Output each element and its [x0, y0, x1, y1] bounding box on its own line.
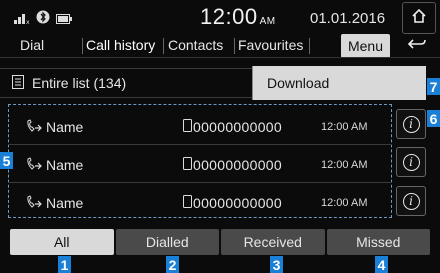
clock: 12:00 AM: [200, 4, 276, 30]
status-icons: x: [14, 10, 72, 29]
tab-call-history[interactable]: Call history: [86, 37, 155, 53]
callout-6: 6: [427, 110, 440, 127]
contact-name: Name: [46, 195, 84, 211]
tab-separator: [234, 38, 235, 54]
info-button[interactable]: i: [396, 109, 426, 139]
call-time: 12:00 AM: [321, 159, 368, 171]
signal-bars-icon: x: [14, 11, 30, 29]
tab-separator: [163, 38, 164, 54]
svg-text:x: x: [26, 19, 30, 24]
call-time: 12:00 AM: [321, 121, 368, 133]
entire-list-selector[interactable]: Entire list (134): [0, 68, 252, 98]
call-time: 12:00 AM: [321, 197, 368, 209]
list-icon: [12, 74, 24, 92]
call-row[interactable]: Name 00000000000 12:00 AM: [8, 107, 392, 145]
filter-all-button[interactable]: All: [10, 229, 114, 255]
filter-bar: All Dialled Received Missed: [10, 229, 430, 255]
call-row[interactable]: Name 00000000000 12:00 AM: [8, 183, 392, 221]
callout-4: 4: [375, 256, 388, 273]
back-arrow-icon: [407, 37, 427, 56]
tab-separator: [309, 38, 310, 54]
tab-favourites[interactable]: Favourites: [238, 37, 303, 53]
status-bar: x 12:00 AM 01.01.2016: [0, 0, 440, 34]
phone-device-icon: [183, 119, 192, 135]
filter-received-button[interactable]: Received: [221, 229, 325, 255]
outgoing-call-icon: [26, 119, 42, 136]
contact-name: Name: [46, 119, 84, 135]
bluetooth-icon: [36, 10, 50, 29]
menu-button[interactable]: Menu: [341, 34, 390, 58]
callout-2: 2: [166, 256, 179, 273]
tab-dial[interactable]: Dial: [20, 37, 44, 53]
phone-number: 00000000000: [193, 119, 282, 135]
tab-divider: [0, 57, 440, 58]
info-icon: i: [402, 192, 420, 210]
phone-device-icon: [183, 195, 192, 211]
callout-7: 7: [427, 78, 440, 95]
tab-separator: [82, 38, 83, 54]
callout-1: 1: [58, 256, 71, 273]
battery-icon: [56, 11, 72, 29]
home-icon: [411, 8, 427, 29]
info-icon: i: [402, 115, 420, 133]
call-history-screen: x 12:00 AM 01.01.2016 Dial Call history C…: [0, 0, 440, 273]
tab-contacts[interactable]: Contacts: [168, 37, 223, 53]
outgoing-call-icon: [26, 195, 42, 212]
download-button[interactable]: Download: [252, 66, 426, 100]
date: 01.01.2016: [310, 10, 386, 27]
phone-device-icon: [183, 157, 192, 173]
info-button[interactable]: i: [396, 147, 426, 177]
contact-name: Name: [46, 157, 84, 173]
callout-3: 3: [270, 256, 283, 273]
info-icon: i: [402, 153, 420, 171]
home-button[interactable]: [402, 2, 436, 34]
phone-number: 00000000000: [193, 195, 282, 211]
filter-dialled-button[interactable]: Dialled: [115, 229, 219, 255]
filter-missed-button[interactable]: Missed: [326, 229, 430, 255]
outgoing-call-icon: [26, 157, 42, 174]
clock-time: 12:00: [200, 4, 258, 29]
back-button[interactable]: [403, 35, 431, 57]
phone-number: 00000000000: [193, 157, 282, 173]
entire-list-label: Entire list (134): [32, 75, 127, 91]
clock-am-pm: AM: [259, 16, 276, 27]
info-button[interactable]: i: [396, 186, 426, 216]
call-row[interactable]: Name 00000000000 12:00 AM: [8, 145, 392, 183]
